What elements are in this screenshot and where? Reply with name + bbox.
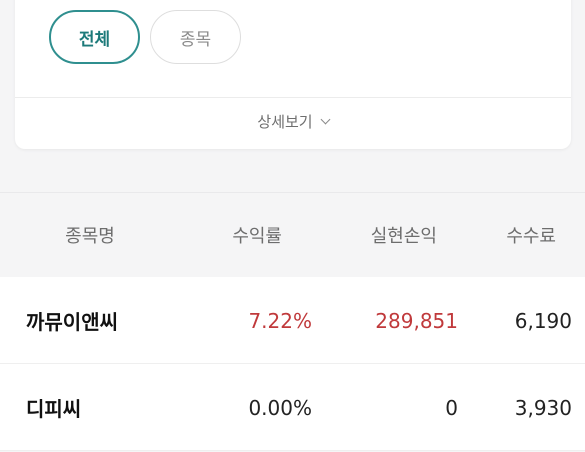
- row-divider: [0, 450, 585, 451]
- table-row[interactable]: 까뮤이앤씨 7.22% 289,851 6,190: [0, 277, 585, 364]
- filter-tab-all[interactable]: 전체: [49, 10, 140, 64]
- fee-value: 3,930: [514, 395, 572, 420]
- filter-tab-stock[interactable]: 종목: [150, 10, 241, 64]
- header-fee: 수수료: [506, 226, 556, 247]
- details-toggle-label: 상세보기: [257, 112, 313, 131]
- details-toggle-button[interactable]: 상세보기: [15, 98, 571, 144]
- chevron-down-icon: [320, 114, 331, 124]
- filter-area: 전체 종목 상세보기: [0, 0, 585, 192]
- filter-card: 전체 종목 상세보기: [15, 0, 571, 149]
- table-header: 종목명 수익률 실현손익 수수료: [0, 193, 585, 277]
- filter-tab-stock-label: 종목: [179, 29, 212, 50]
- fee-value: 6,190: [514, 308, 572, 333]
- table-row[interactable]: 디피씨 0.00% 0 3,930: [0, 364, 585, 451]
- filter-tab-all-label: 전체: [78, 29, 111, 50]
